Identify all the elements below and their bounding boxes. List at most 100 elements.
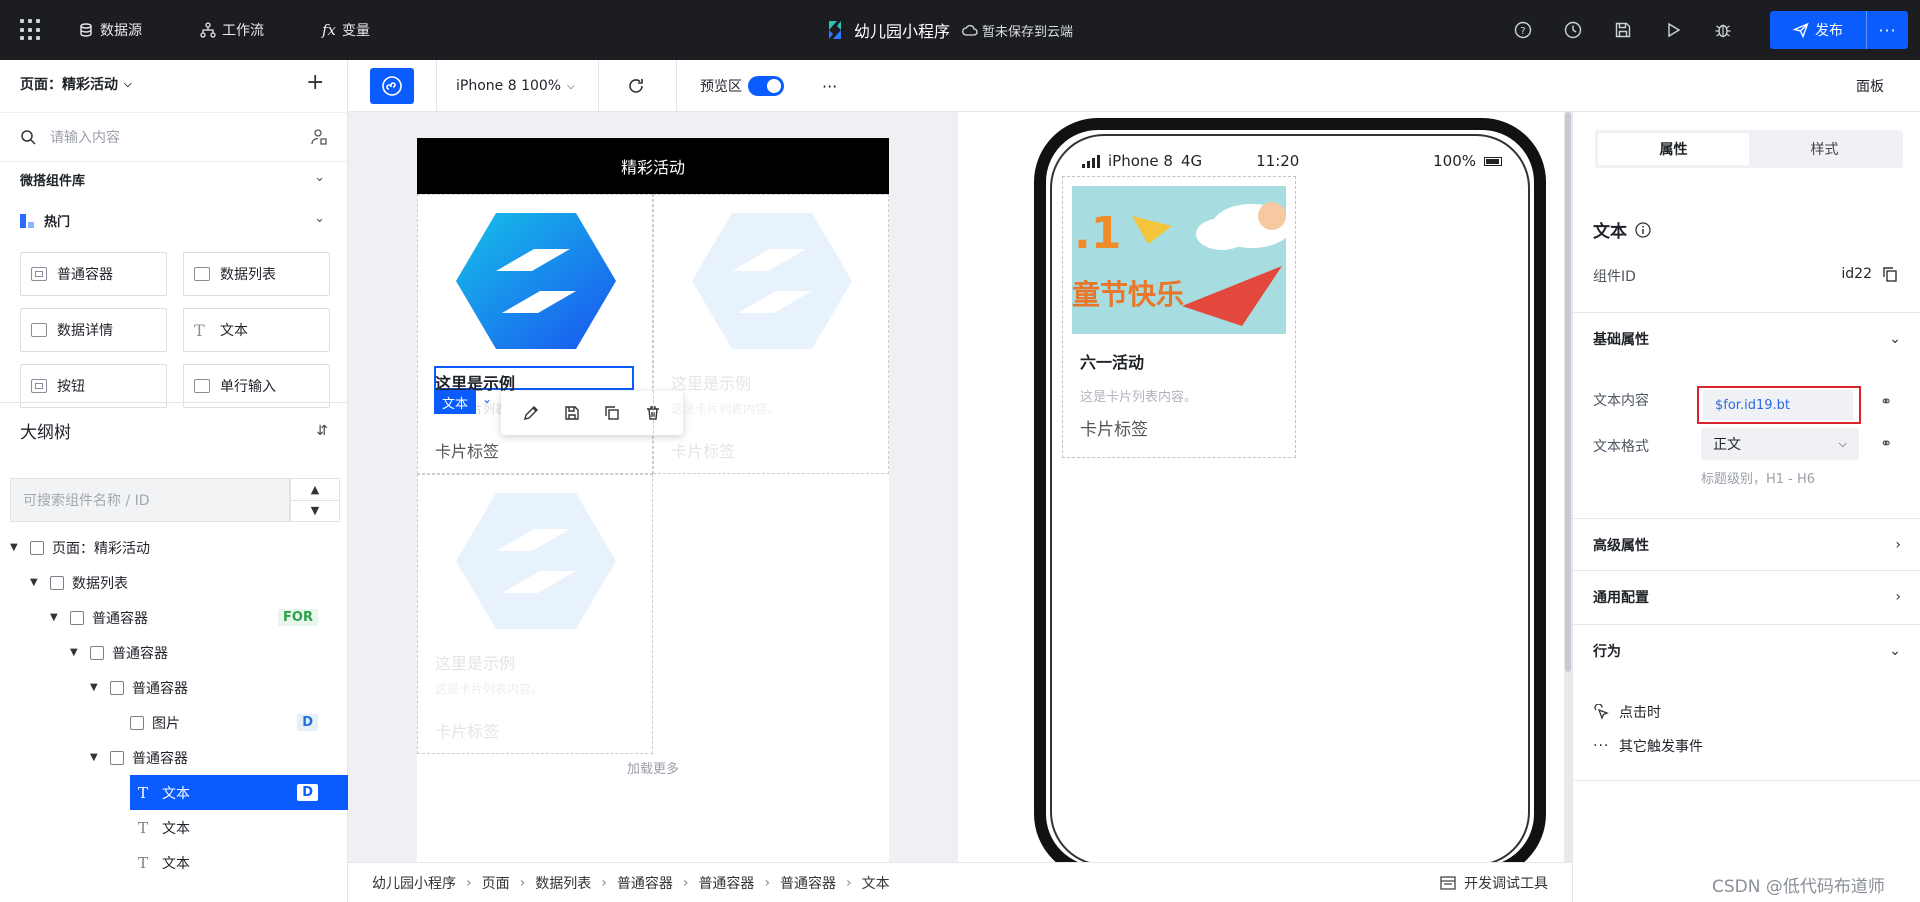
history-icon[interactable] [1562,19,1584,41]
nav-variables[interactable]: fx 变量 [322,0,370,60]
selected-component-chip[interactable]: 文本 [434,390,477,414]
scrollbar-thumb[interactable] [1565,112,1571,672]
save-template-icon[interactable] [563,404,581,422]
publish-button[interactable]: 发布 ··· [1770,11,1908,49]
chevron-down-icon: ⌵ [567,80,575,92]
component-search[interactable]: 请输入内容 [0,112,348,162]
nav-datasource[interactable]: 数据源 [78,0,142,60]
basic-section-header[interactable]: 基础属性 ⌄ [1573,312,1920,364]
list-card[interactable]: 这里是示例 这是卡片列表内容。 卡片标签 [653,194,889,474]
tab-properties[interactable]: 属性 [1598,133,1749,165]
text-content-field[interactable]: $for.id19.bt [1697,386,1861,424]
behavior-section-title: 行为 [1593,643,1621,660]
chevron-down-icon[interactable]: ⌄ [314,211,325,226]
text-format-select[interactable]: 正文 ⌵ [1701,428,1859,460]
tree-node-text-selected[interactable]: T 文本 D [130,775,348,810]
design-page[interactable]: 精彩活动 这里是示例 这是卡片列表内容。 卡片标签 文本 ⌄ 这里是示例 这是卡… [417,138,889,862]
load-more-link[interactable]: 加载更多 [417,758,889,777]
behavior-section-header[interactable]: 行为 ⌄ [1573,624,1920,676]
device-select[interactable]: iPhone 8 100% ⌵ [456,60,575,112]
tree-node-image[interactable]: 图片 D [0,705,348,740]
edit-icon[interactable] [522,404,540,422]
step-up-icon[interactable]: ▲ [291,479,339,501]
breadcrumb-item[interactable]: 页面 [482,873,510,893]
tree-node-container[interactable]: ▼ 普通容器 [0,670,348,705]
expand-icon[interactable]: ▼ [90,752,100,763]
more-button[interactable]: ··· [822,60,837,112]
miniprogram-mode-button[interactable] [370,68,414,104]
tree-node-text[interactable]: T 文本 [0,845,348,880]
canvas-scrollbar[interactable] [1564,112,1572,862]
component-data-detail[interactable]: 数据详情 [20,308,167,352]
general-section-header[interactable]: 通用配置 › [1573,570,1920,622]
component-container[interactable]: 普通容器 [20,252,167,296]
tree-node-container[interactable]: ▼ 普通容器 [0,635,348,670]
preview-card[interactable]: .1 童节快乐 六一活动 这是卡片列表内容。 卡片标签 [1062,176,1296,458]
add-page-button[interactable]: + [306,70,324,95]
breadcrumb-item[interactable]: 普通容器 [698,873,754,893]
help-icon[interactable]: ? [1512,19,1534,41]
library-header[interactable]: 微搭组件库 [20,170,328,189]
publish-main[interactable]: 发布 [1770,11,1866,49]
tree-node-container[interactable]: ▼ 普通容器 FOR [0,600,348,635]
tree-node-data-list[interactable]: ▼ 数据列表 [0,565,348,600]
component-data-list[interactable]: 数据列表 [183,252,330,296]
advanced-section-header[interactable]: 高级属性 › [1573,518,1920,570]
expand-icon[interactable]: ▼ [10,542,20,553]
ellipsis-icon: ··· [1593,738,1610,754]
breadcrumb-item[interactable]: 幼儿园小程序 [372,873,456,893]
link-icon[interactable]: ⚭ [1880,394,1892,410]
tree-node-label: 数据列表 [72,575,128,592]
breadcrumb-item[interactable]: 文本 [862,873,890,893]
user-shape-icon[interactable] [310,128,328,146]
chevron-down-icon: ⌵ [124,78,132,90]
tree-search-input[interactable]: 可搜索组件名称 / ID [10,478,290,522]
info-icon[interactable] [1635,221,1651,238]
outline-header: 大纲树 ⇵ [0,402,348,458]
chevron-down-icon[interactable]: ⌄ [314,170,325,185]
chevron-down-icon[interactable]: ⌄ [482,392,492,406]
app-grid-icon[interactable] [20,19,42,41]
refresh-button[interactable] [626,60,646,112]
preview-toggle[interactable]: 预览区 [700,60,784,112]
preview-switch[interactable] [748,76,784,96]
tree-node-container[interactable]: ▼ 普通容器 [0,740,348,775]
tree-node-page[interactable]: ▼ 页面：精彩活动 [0,530,348,565]
list-card[interactable]: 这里是示例 这是卡片列表内容。 卡片标签 文本 ⌄ [417,194,683,474]
copy-icon[interactable] [603,404,621,422]
breadcrumb-item[interactable]: 普通容器 [617,873,673,893]
publish-more-button[interactable]: ··· [1867,21,1908,40]
expand-icon[interactable]: ▼ [50,612,60,623]
expand-icon[interactable]: ▼ [90,682,100,693]
page-selector[interactable]: 页面：精彩活动 ⌵ [20,74,132,94]
debug-icon[interactable] [1712,19,1734,41]
breadcrumb-item[interactable]: 数据列表 [535,873,591,893]
card-tag[interactable]: 卡片标签 [435,438,499,462]
panel-button[interactable]: 面板 [1856,60,1884,112]
expand-collapse-icon[interactable]: ⇵ [316,423,328,439]
list-card[interactable]: 这里是示例 这是卡片列表内容。 卡片标签 [417,474,653,754]
dev-tools-button[interactable]: 开发调试工具 [1440,873,1548,893]
chevron-right-icon: › [1895,536,1901,553]
expand-icon[interactable]: ▼ [70,647,80,658]
divider [1573,780,1920,781]
top-actions: ? [1512,19,1734,41]
hot-header[interactable]: 热门 [20,211,70,230]
tree-node-label: 文本 [162,820,190,837]
step-down-icon[interactable]: ▼ [291,501,339,522]
expand-icon[interactable]: ▼ [30,577,40,588]
component-text[interactable]: T 文本 [183,308,330,352]
banner-text-festival: 童节快乐 [1072,278,1184,311]
tab-styles[interactable]: 样式 [1749,133,1900,165]
other-events-label: 其它触发事件 [1619,739,1703,755]
nav-workflow[interactable]: 工作流 [200,0,264,60]
copy-icon[interactable] [1882,266,1898,282]
other-events[interactable]: ··· 其它触发事件 [1593,736,1703,756]
link-icon[interactable]: ⚭ [1880,436,1892,452]
on-click-event[interactable]: 点击时 [1593,702,1661,722]
text-content-value[interactable]: $for.id19.bt [1703,390,1853,420]
tree-node-text[interactable]: T 文本 [0,810,348,845]
play-icon[interactable] [1662,19,1684,41]
save-icon[interactable] [1612,19,1634,41]
breadcrumb-item[interactable]: 普通容器 [780,873,836,893]
